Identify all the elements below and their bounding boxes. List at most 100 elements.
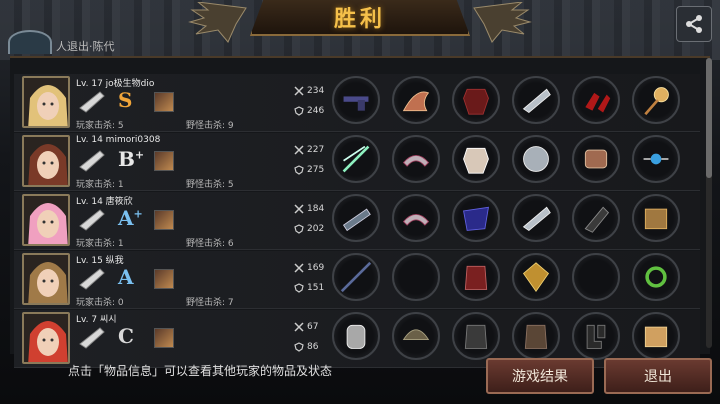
item-slot[interactable]	[512, 253, 560, 301]
tiara-icon	[402, 155, 430, 167]
page-title: 胜利	[333, 7, 386, 32]
defense-stat: 86	[294, 342, 318, 352]
avatar[interactable]	[22, 253, 70, 305]
attack-value: 184	[307, 204, 325, 214]
item-slot[interactable]	[632, 312, 680, 360]
item-slot[interactable]	[452, 135, 500, 183]
shield-icon	[294, 224, 304, 234]
blade-gauntlet-icon	[522, 206, 551, 231]
portrait-icon	[24, 137, 68, 185]
portrait-icon	[24, 255, 68, 303]
item-slot[interactable]	[632, 76, 680, 124]
defense-stat: 151	[294, 283, 324, 293]
skill-icon	[154, 328, 174, 348]
item-slot[interactable]	[452, 76, 500, 124]
monster-kills: 野怪击杀: 9	[186, 121, 234, 131]
defense-value: 246	[307, 106, 325, 116]
item-slot[interactable]	[392, 194, 440, 242]
item-slot[interactable]	[512, 312, 560, 360]
blade-gauntlet-icon	[522, 88, 551, 113]
item-slot[interactable]	[452, 312, 500, 360]
item-slot[interactable]	[512, 76, 560, 124]
grade-letter: B	[118, 147, 135, 171]
item-slot[interactable]	[332, 312, 380, 360]
item-slot[interactable]	[632, 194, 680, 242]
player-kills: 玩家击杀: 1	[76, 180, 124, 190]
player-row[interactable]: Lv. 17 jo极生物dio S 玩家击杀: 5 野怪击杀: 9 234 246	[14, 74, 700, 132]
item-slot[interactable]	[332, 135, 380, 183]
item-slot[interactable]	[452, 253, 500, 301]
item-slot[interactable]	[452, 194, 500, 242]
portrait-icon	[24, 314, 68, 362]
attack-stat: 184	[294, 204, 324, 214]
weapon-icon	[79, 150, 105, 172]
player-row[interactable]: Lv. 14 mimori0308 B+ 玩家击杀: 1 野怪击杀: 5 227 275	[14, 133, 700, 191]
defense-stat: 275	[294, 165, 324, 175]
weapon-icon	[79, 209, 105, 231]
defense-value: 275	[307, 165, 325, 175]
avatar[interactable]	[22, 135, 70, 187]
item-slot[interactable]	[332, 253, 380, 301]
wood-crate-icon	[644, 208, 668, 230]
shield-icon	[294, 342, 304, 352]
rank-badge	[8, 30, 52, 54]
item-slot[interactable]	[572, 253, 620, 301]
player-level-name: Lv. 14 mimori0308	[76, 135, 161, 145]
gauntlet-icon	[346, 324, 366, 349]
grade-letter: C	[118, 324, 134, 348]
player-row[interactable]: Lv. 14 唐筱欣 A+ 玩家击杀: 1 野怪击杀: 6 184 202	[14, 192, 700, 250]
player-row[interactable]: Lv. 7 씨시 C 67 86	[14, 310, 700, 368]
item-slot[interactable]	[512, 135, 560, 183]
avatar[interactable]	[22, 194, 70, 246]
player-row[interactable]: Lv. 15 纵我 A 玩家击杀: 0 野怪击杀: 7 169 151	[14, 251, 700, 309]
grade-letter: S	[118, 88, 133, 112]
item-slot[interactable]	[632, 135, 680, 183]
silver-disc-icon	[523, 146, 549, 172]
item-slot[interactable]	[572, 76, 620, 124]
avatar[interactable]	[22, 76, 70, 128]
item-slot[interactable]	[512, 194, 560, 242]
item-slot[interactable]	[392, 135, 440, 183]
item-slots	[332, 194, 680, 248]
shield-icon	[294, 283, 304, 293]
skill-icon	[154, 269, 174, 289]
exit-button[interactable]: 退出	[604, 358, 712, 394]
crossed-swords-icon	[294, 322, 304, 332]
scroll-thumb[interactable]	[706, 58, 712, 178]
top-player-name: 人退出·陈代	[56, 40, 115, 52]
scrollbar[interactable]	[706, 58, 712, 348]
item-slot[interactable]	[392, 76, 440, 124]
green-bracelet-icon	[645, 266, 667, 288]
share-button[interactable]	[676, 6, 712, 42]
rank-grade: C	[118, 324, 134, 348]
attack-stat: 227	[294, 145, 324, 155]
item-slot[interactable]	[572, 312, 620, 360]
item-slot[interactable]	[332, 194, 380, 242]
defense-value: 202	[307, 224, 325, 234]
leather-armor-icon	[524, 324, 548, 349]
avatar[interactable]	[22, 312, 70, 364]
attack-value: 67	[307, 322, 319, 332]
item-slot[interactable]	[392, 253, 440, 301]
attack-value: 227	[307, 145, 325, 155]
rank-grade: B+	[118, 147, 144, 171]
grade-letter: A	[118, 265, 134, 289]
attack-value: 234	[307, 86, 325, 96]
blue-cloak-icon	[463, 206, 489, 231]
grade-plus: +	[133, 207, 143, 221]
game-results-button[interactable]: 游戏结果	[486, 358, 594, 394]
revolver-icon	[343, 96, 369, 111]
crossed-swords-icon	[294, 86, 304, 96]
grade-letter: A	[118, 206, 134, 230]
defense-value: 86	[307, 342, 319, 352]
dark-vest-icon	[464, 324, 488, 349]
item-slot[interactable]	[392, 312, 440, 360]
item-slot[interactable]	[572, 194, 620, 242]
item-slot[interactable]	[572, 135, 620, 183]
golden-shield-icon	[522, 262, 550, 292]
item-slot[interactable]	[632, 253, 680, 301]
defense-stat: 202	[294, 224, 324, 234]
tiara-icon	[402, 214, 430, 226]
item-slot[interactable]	[332, 76, 380, 124]
defense-stat: 246	[294, 106, 324, 116]
